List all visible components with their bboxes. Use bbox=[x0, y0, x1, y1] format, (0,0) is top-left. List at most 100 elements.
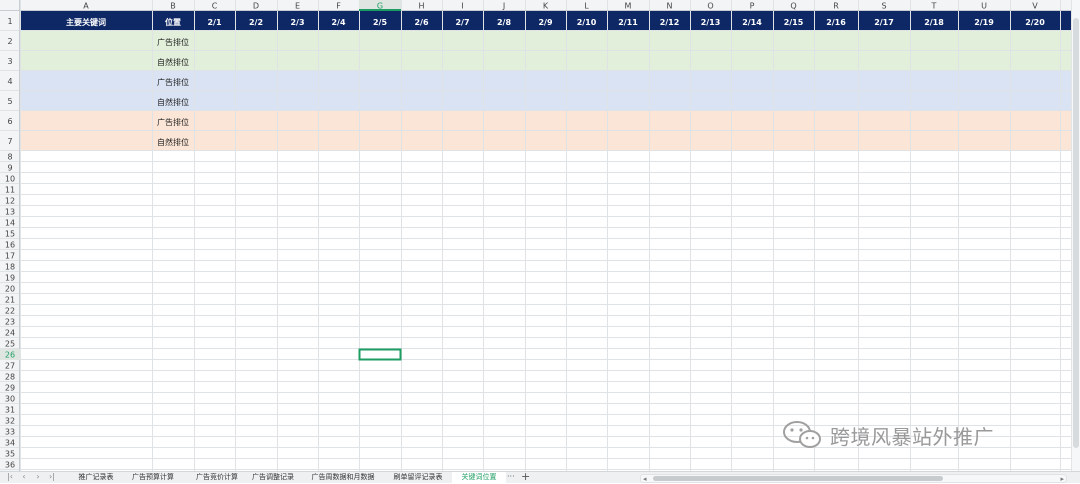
column-heading-d: D bbox=[253, 2, 259, 11]
row-heading-31: 31 bbox=[5, 406, 15, 415]
row-heading-6: 6 bbox=[7, 117, 12, 126]
selected-cell[interactable] bbox=[358, 348, 402, 361]
header-cell-b: 位置 bbox=[165, 17, 181, 27]
header-cell-h: 2/6 bbox=[414, 18, 428, 27]
column-heading-v: V bbox=[1032, 2, 1038, 11]
cell-b4: 广告排位 bbox=[157, 77, 189, 87]
scroll-left-icon[interactable]: ◂ bbox=[643, 475, 647, 484]
row-heading-19: 19 bbox=[5, 274, 15, 283]
row-heading-10: 10 bbox=[5, 175, 15, 184]
column-heading-c: C bbox=[212, 2, 218, 11]
spreadsheet-grid[interactable]: A B C D E F G H I J K L M N O P Q R S T U V 1 2 3 4 5 6 7 8 9 10 11 12 13 1… bbox=[0, 0, 1080, 471]
header-cell-o: 2/13 bbox=[701, 18, 721, 27]
row-heading-24: 24 bbox=[5, 329, 15, 338]
row-heading-8: 8 bbox=[7, 153, 12, 162]
column-heading-o: O bbox=[707, 2, 713, 11]
header-cell-l: 2/10 bbox=[577, 18, 597, 27]
row-heading-35: 35 bbox=[5, 450, 15, 459]
column-heading-k: K bbox=[543, 2, 549, 11]
row-heading-18: 18 bbox=[5, 263, 15, 272]
row-heading-14: 14 bbox=[5, 219, 15, 228]
next-sheet-icon[interactable]: › bbox=[32, 472, 44, 483]
more-sheets-button[interactable]: ··· bbox=[507, 472, 515, 483]
row-heading-23: 23 bbox=[5, 318, 15, 327]
sheet-tab[interactable]: 推广记录表 bbox=[67, 472, 125, 483]
column-heading-g: G bbox=[377, 2, 383, 11]
sheet-tab[interactable]: 广告预算计算 bbox=[122, 472, 184, 483]
header-cell-v: 2/20 bbox=[1025, 18, 1045, 27]
row-heading-27: 27 bbox=[5, 362, 15, 371]
column-heading-b: B bbox=[170, 2, 176, 11]
row-heading-2: 2 bbox=[7, 37, 12, 46]
watermark: 跨境风暴站外推广 bbox=[780, 418, 1050, 450]
row-heading-28: 28 bbox=[5, 373, 15, 382]
header-cell-u: 2/19 bbox=[974, 18, 994, 27]
row-heading-4: 4 bbox=[7, 77, 12, 86]
row-heading-13: 13 bbox=[5, 208, 15, 217]
column-heading-u: U bbox=[981, 2, 987, 11]
row-heading-3: 3 bbox=[7, 57, 12, 66]
row-heading-20: 20 bbox=[5, 285, 15, 294]
row-heading-11: 11 bbox=[5, 186, 15, 195]
cell-b6: 广告排位 bbox=[157, 117, 189, 127]
header-cell-p: 2/14 bbox=[742, 18, 762, 27]
header-cell-f: 2/4 bbox=[331, 18, 345, 27]
row-heading-17: 17 bbox=[5, 252, 15, 261]
last-sheet-icon[interactable]: ›| bbox=[46, 472, 58, 483]
sheet-tab[interactable]: 广告调整记录 bbox=[244, 472, 302, 483]
row-heading-7: 7 bbox=[7, 137, 12, 146]
row-heading-36: 36 bbox=[5, 461, 15, 470]
header-cell-k: 2/9 bbox=[538, 18, 552, 27]
header-cell-i: 2/7 bbox=[455, 18, 469, 27]
column-heading-i: I bbox=[461, 2, 463, 11]
row-heading-30: 30 bbox=[5, 395, 15, 404]
vertical-scrollbar[interactable] bbox=[1071, 0, 1080, 471]
row-heading-9: 9 bbox=[7, 164, 12, 173]
vertical-scroll-thumb[interactable] bbox=[1073, 18, 1079, 448]
sheet-tab[interactable]: 关键词位置 bbox=[452, 472, 506, 483]
row-heading-22: 22 bbox=[5, 307, 15, 316]
horizontal-scroll-thumb[interactable] bbox=[653, 476, 943, 481]
row-heading-25: 25 bbox=[5, 340, 15, 349]
watermark-text: 跨境风暴站外推广 bbox=[830, 425, 994, 449]
column-heading-a: A bbox=[83, 2, 89, 11]
column-heading-h: H bbox=[418, 2, 424, 11]
header-cell-e: 2/3 bbox=[290, 18, 304, 27]
row-heading-21: 21 bbox=[5, 296, 15, 305]
column-heading-s: S bbox=[881, 2, 886, 11]
sheet-tab[interactable]: 刷单留评记录表 bbox=[386, 472, 450, 483]
header-cell-j: 2/8 bbox=[497, 18, 511, 27]
column-heading-n: N bbox=[667, 2, 673, 11]
cell-b2: 广告排位 bbox=[157, 37, 189, 47]
row-heading-33: 33 bbox=[5, 428, 15, 437]
sheet-tab[interactable]: 广告竞价计算 bbox=[186, 472, 248, 483]
header-cell-r: 2/16 bbox=[826, 18, 846, 27]
header-cell-s: 2/17 bbox=[874, 18, 894, 27]
column-heading-e: E bbox=[295, 2, 300, 11]
column-heading-p: P bbox=[750, 2, 755, 11]
column-heading-q: Q bbox=[790, 2, 796, 11]
sheet-tab[interactable]: 广告周数据和月数据 bbox=[305, 472, 381, 483]
column-heading-l: L bbox=[584, 2, 589, 11]
header-cell-d: 2/2 bbox=[249, 18, 263, 27]
row-heading-32: 32 bbox=[5, 417, 15, 426]
column-heading-t: T bbox=[931, 2, 937, 11]
header-cell-a: 主要关键词 bbox=[66, 17, 106, 27]
scroll-right-icon[interactable]: ▸ bbox=[1060, 475, 1064, 484]
header-cell-m: 2/11 bbox=[618, 18, 638, 27]
header-cell-n: 2/12 bbox=[660, 18, 680, 27]
row-heading-5: 5 bbox=[7, 97, 12, 106]
add-sheet-button[interactable]: + bbox=[521, 471, 530, 483]
header-cell-c: 2/1 bbox=[207, 18, 221, 27]
prev-sheet-icon[interactable]: ‹ bbox=[18, 472, 30, 483]
column-heading-f: F bbox=[336, 2, 341, 11]
first-sheet-icon[interactable]: |‹ bbox=[4, 472, 16, 483]
cell-b5: 自然排位 bbox=[157, 97, 189, 107]
row-heading-16: 16 bbox=[5, 241, 15, 250]
cell-b7: 自然排位 bbox=[157, 137, 189, 147]
grid-canvas[interactable]: A B C D E F G H I J K L M N O P Q R S T U V123456789101112131… bbox=[0, 0, 1071, 471]
row-heading-15: 15 bbox=[5, 230, 15, 239]
column-heading-j: J bbox=[502, 2, 505, 11]
row-heading-26: 26 bbox=[5, 351, 15, 360]
header-cell-q: 2/15 bbox=[784, 18, 804, 27]
